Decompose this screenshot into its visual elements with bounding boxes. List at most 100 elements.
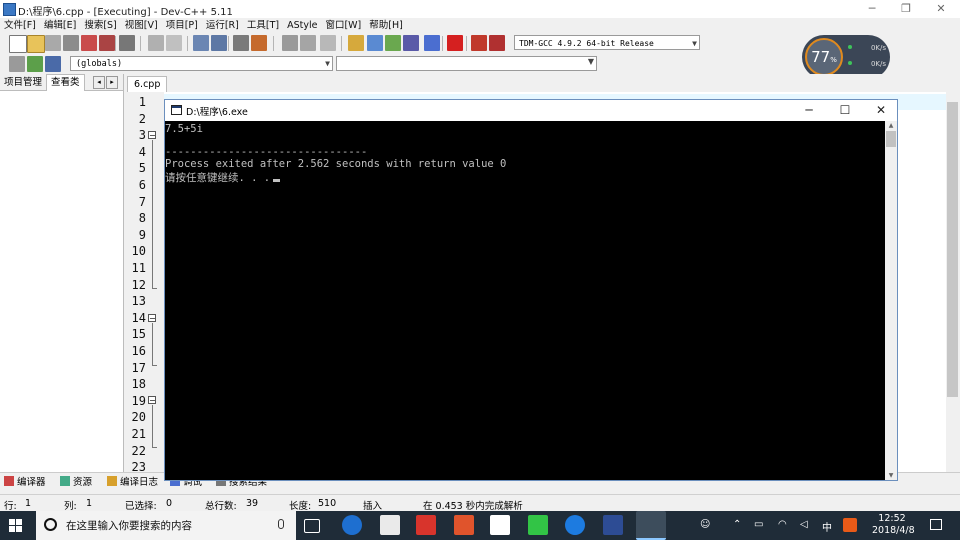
taskbar-clock[interactable]: 12:52 2018/4/8 <box>872 513 915 537</box>
function-select[interactable]: ▼ <box>336 56 597 71</box>
fold-guide <box>152 323 153 365</box>
print-icon[interactable] <box>119 35 135 51</box>
compile-run-icon[interactable] <box>385 35 401 51</box>
save-all-icon[interactable] <box>63 35 79 51</box>
toggle-bookmark-icon[interactable] <box>27 56 43 72</box>
line-number: 5 <box>138 161 146 176</box>
tab-class-view[interactable]: 查看类 <box>46 74 85 91</box>
goto-line-icon[interactable] <box>233 35 249 51</box>
fold-toggle-icon[interactable]: − <box>148 314 156 323</box>
console-maximize-button[interactable]: ☐ <box>827 100 863 121</box>
menu-view[interactable]: 视图[V] <box>121 18 162 33</box>
menu-astyle[interactable]: AStyle <box>283 18 321 33</box>
microphone-icon[interactable] <box>278 519 284 529</box>
tab-resources[interactable]: 资源 <box>60 476 92 490</box>
cortana-icon[interactable] <box>44 518 57 531</box>
sogou-browser-icon[interactable] <box>565 515 585 535</box>
fold-toggle-icon[interactable]: − <box>148 131 156 140</box>
comment-icon[interactable] <box>320 35 336 51</box>
find-icon[interactable] <box>193 35 209 51</box>
rebuild-icon[interactable] <box>403 35 419 51</box>
indent-icon[interactable] <box>282 35 298 51</box>
store-icon[interactable] <box>380 515 400 535</box>
taskbar-search-box[interactable]: 在这里输入你要搜索的内容 <box>36 511 296 540</box>
tab-compiler[interactable]: 编译器 <box>4 476 46 490</box>
open-file-icon[interactable] <box>27 35 45 53</box>
tray-expand-icon[interactable]: ⌃ <box>733 519 741 530</box>
editor-vertical-scrollbar[interactable] <box>946 92 960 472</box>
action-center-icon[interactable] <box>930 519 942 530</box>
menu-search[interactable]: 搜索[S] <box>80 18 120 33</box>
task-view-icon[interactable] <box>304 519 320 533</box>
fold-guide <box>152 447 157 448</box>
tab-compile-log[interactable]: 编译日志 <box>107 476 158 490</box>
line-number: 6 <box>138 178 146 192</box>
compiler-select[interactable]: TDM-GCC 4.9.2 64-bit Release ▼ <box>514 35 700 50</box>
start-button[interactable] <box>9 519 23 533</box>
scroll-left-icon[interactable]: ◂ <box>93 76 105 89</box>
close-button[interactable]: ✕ <box>925 0 957 18</box>
sogou-ime-icon[interactable] <box>843 518 857 532</box>
menu-run[interactable]: 运行[R] <box>202 18 243 33</box>
menu-project[interactable]: 项目[P] <box>162 18 202 33</box>
console-taskbar-icon[interactable] <box>636 511 666 540</box>
unindent-icon[interactable] <box>300 35 316 51</box>
menu-window[interactable]: 窗口[W] <box>321 18 365 33</box>
syntax-check-icon[interactable] <box>424 35 440 51</box>
app-red-cube-icon[interactable] <box>416 515 436 535</box>
scroll-up-icon[interactable]: ▲ <box>885 122 897 129</box>
wifi-icon[interactable]: ◠ <box>778 519 787 530</box>
scrollbar-thumb[interactable] <box>947 102 958 397</box>
toolbar-separator <box>341 36 342 51</box>
window-title: D:\程序\6.cpp - [Executing] - Dev-C++ 5.11 <box>18 7 233 18</box>
input-language[interactable]: 中 <box>822 519 832 534</box>
console-output[interactable]: 7.5+5i -------------------------------- … <box>165 121 885 480</box>
undo-icon[interactable] <box>148 35 164 51</box>
scrollbar-thumb[interactable] <box>886 131 896 147</box>
minimize-button[interactable]: ─ <box>856 0 888 18</box>
console-vertical-scrollbar[interactable]: ▲ ▼ <box>885 121 897 480</box>
menu-tools[interactable]: 工具[T] <box>243 18 283 33</box>
menu-file[interactable]: 文件[F] <box>0 18 40 33</box>
system-monitor-widget[interactable]: 77% 0K/s 0K/s <box>802 35 890 79</box>
console-close-button[interactable]: ✕ <box>863 100 899 121</box>
save-icon[interactable] <box>45 35 61 51</box>
menu-edit[interactable]: 编辑[E] <box>40 18 80 33</box>
mail-icon[interactable] <box>490 515 510 535</box>
edge-browser-icon[interactable] <box>342 515 362 535</box>
volume-icon[interactable]: ◁ <box>800 519 808 530</box>
line-number: 15 <box>131 327 146 342</box>
people-icon[interactable]: ☺ <box>700 519 710 530</box>
class-browser-select[interactable]: (globals) ▼ <box>70 56 333 71</box>
redo-icon[interactable] <box>166 35 182 51</box>
console-window[interactable]: D:\程序\6.exe ─ ☐ ✕ 7.5+5i ---------------… <box>164 99 898 481</box>
status-selected-label: 已选择: <box>125 501 157 512</box>
chevron-down-icon: ▼ <box>692 39 697 48</box>
run-icon[interactable] <box>367 35 383 51</box>
new-file-icon[interactable] <box>9 35 27 53</box>
menu-help[interactable]: 帮助[H] <box>365 18 407 33</box>
tab-project-manager[interactable]: 项目管理 <box>0 75 46 91</box>
close-file-icon[interactable] <box>81 35 97 51</box>
fold-toggle-icon[interactable]: − <box>148 396 156 405</box>
tab-6-cpp[interactable]: 6.cpp <box>127 76 168 93</box>
compile-icon[interactable] <box>348 35 364 51</box>
bookmark-icon[interactable] <box>251 35 267 51</box>
iqiyi-icon[interactable] <box>528 515 548 535</box>
upload-speed: 0K/s <box>870 44 886 52</box>
wps-icon[interactable] <box>454 515 474 535</box>
scroll-down-icon[interactable]: ▼ <box>885 472 897 479</box>
profile-chart-icon[interactable] <box>471 35 487 51</box>
stop-execution-icon[interactable] <box>447 35 463 51</box>
devcpp-taskbar-icon[interactable] <box>603 515 623 535</box>
goto-bookmark-icon[interactable] <box>45 56 61 72</box>
scroll-right-icon[interactable]: ▸ <box>106 76 118 89</box>
maximize-button[interactable]: ❐ <box>890 0 922 18</box>
status-row: 1 <box>25 498 32 509</box>
replace-icon[interactable] <box>211 35 227 51</box>
delete-profile-icon[interactable] <box>489 35 505 51</box>
close-all-icon[interactable] <box>99 35 115 51</box>
console-minimize-button[interactable]: ─ <box>791 100 827 121</box>
insert-icon[interactable] <box>9 56 25 72</box>
battery-icon[interactable]: ▭ <box>754 519 763 530</box>
